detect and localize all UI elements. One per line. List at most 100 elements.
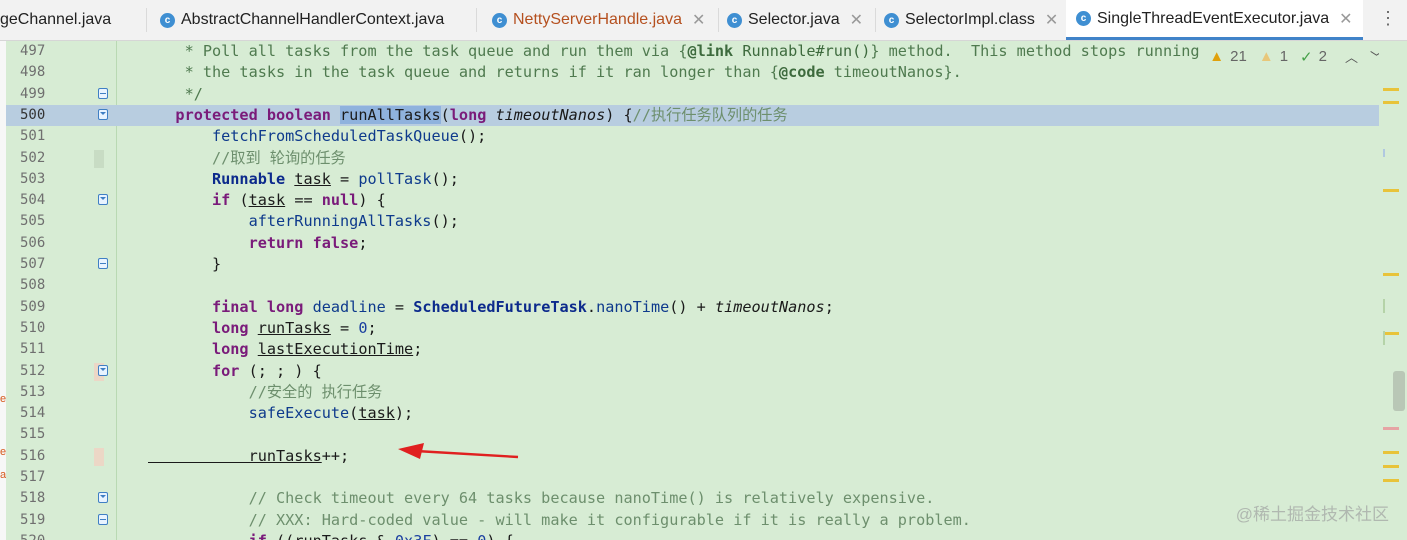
tab-selector[interactable]: c Selector.java ✕ bbox=[727, 0, 863, 40]
fold-collapse-icon[interactable] bbox=[98, 108, 108, 121]
code-line[interactable]: 514 safeExecute(task); bbox=[6, 403, 1396, 424]
code-text[interactable]: protected boolean runAllTasks(long timeo… bbox=[148, 105, 788, 126]
scrollbar-thumb[interactable] bbox=[1393, 371, 1405, 411]
code-text[interactable]: long lastExecutionTime; bbox=[148, 339, 422, 360]
code-line[interactable]: 508 bbox=[6, 275, 1396, 296]
inspection-widget[interactable]: ▲ 21 ▲ 1 ✓ 2 ︿ ﹀ bbox=[1209, 47, 1383, 66]
code-text[interactable]: } bbox=[148, 254, 221, 275]
code-line[interactable]: 516 runTasks++; bbox=[6, 446, 1396, 467]
line-number[interactable]: 509 bbox=[20, 297, 60, 318]
code-line[interactable]: 504 if (task == null) { bbox=[6, 190, 1396, 211]
code-text[interactable]: */ bbox=[148, 84, 203, 105]
line-number[interactable]: 512 bbox=[20, 361, 60, 382]
tab-netty-server-handle[interactable]: c NettyServerHandle.java ✕ bbox=[492, 0, 705, 40]
code-line[interactable]: 505 afterRunningAllTasks(); bbox=[6, 211, 1396, 232]
line-number[interactable]: 507 bbox=[20, 254, 60, 275]
code-line[interactable]: 512 for (; ; ) { bbox=[6, 361, 1396, 382]
error-marker[interactable] bbox=[1383, 427, 1399, 430]
code-line[interactable]: 501 fetchFromScheduledTaskQueue(); bbox=[6, 126, 1396, 147]
line-number[interactable]: 502 bbox=[20, 148, 60, 169]
line-number[interactable]: 508 bbox=[20, 275, 60, 296]
code-text[interactable]: long runTasks = 0; bbox=[148, 318, 377, 339]
code-line[interactable]: 515 bbox=[6, 424, 1396, 445]
line-number[interactable]: 503 bbox=[20, 169, 60, 190]
code-text[interactable]: safeExecute(task); bbox=[148, 403, 414, 424]
change-marker[interactable] bbox=[1383, 331, 1385, 345]
code-text[interactable]: if (task == null) { bbox=[148, 190, 386, 211]
line-number[interactable]: 518 bbox=[20, 488, 60, 509]
line-number[interactable]: 520 bbox=[20, 531, 60, 540]
tab-single-thread-event-executor[interactable]: c SingleThreadEventExecutor.java ✕ bbox=[1066, 0, 1363, 40]
line-number[interactable]: 504 bbox=[20, 190, 60, 211]
line-number[interactable]: 498 bbox=[20, 62, 60, 83]
close-icon[interactable]: ✕ bbox=[850, 10, 863, 30]
fold-collapse-icon[interactable] bbox=[98, 194, 108, 206]
code-line[interactable]: 511 long lastExecutionTime; bbox=[6, 339, 1396, 360]
code-text[interactable]: final long deadline = ScheduledFutureTas… bbox=[148, 297, 834, 318]
line-number[interactable]: 517 bbox=[20, 467, 60, 488]
warning-marker[interactable] bbox=[1383, 88, 1399, 91]
code-text[interactable]: afterRunningAllTasks(); bbox=[148, 211, 459, 232]
code-text[interactable]: * the tasks in the task queue and return… bbox=[148, 62, 962, 83]
fold-end-icon[interactable] bbox=[98, 513, 108, 526]
code-line[interactable]: 500 protected boolean runAllTasks(long t… bbox=[6, 104, 1396, 127]
change-marker[interactable] bbox=[1383, 299, 1385, 313]
code-text[interactable]: //安全的 执行任务 bbox=[148, 382, 383, 403]
line-number[interactable]: 499 bbox=[20, 84, 60, 105]
code-text[interactable]: runTasks++; bbox=[148, 446, 350, 467]
code-line[interactable]: 509 final long deadline = ScheduledFutur… bbox=[6, 297, 1396, 318]
code-text[interactable]: for (; ; ) { bbox=[148, 361, 322, 382]
code-line[interactable]: 518 // Check timeout every 64 tasks beca… bbox=[6, 488, 1396, 509]
line-number[interactable]: 497 bbox=[20, 41, 60, 62]
line-number[interactable]: 510 bbox=[20, 318, 60, 339]
code-line[interactable]: 503 Runnable task = pollTask(); bbox=[6, 169, 1396, 190]
warning-marker[interactable] bbox=[1383, 332, 1399, 335]
warning-marker[interactable] bbox=[1383, 189, 1399, 192]
warning-marker[interactable] bbox=[1383, 273, 1399, 276]
vcs-change-marker[interactable] bbox=[94, 447, 104, 466]
code-editor[interactable]: 497 * Poll all tasks from the task queue… bbox=[6, 41, 1407, 540]
warning-marker[interactable] bbox=[1383, 101, 1399, 104]
fold-collapse-icon[interactable] bbox=[98, 492, 108, 504]
code-text[interactable]: // XXX: Hard-coded value - will make it … bbox=[148, 510, 971, 531]
code-text[interactable]: return false; bbox=[148, 233, 368, 254]
line-number[interactable]: 514 bbox=[20, 403, 60, 424]
tab-abstract-channel-handler-context[interactable]: c AbstractChannelHandlerContext.java bbox=[160, 0, 444, 40]
close-icon[interactable]: ✕ bbox=[692, 10, 705, 30]
line-number[interactable]: 511 bbox=[20, 339, 60, 360]
code-line[interactable]: 497 * Poll all tasks from the task queue… bbox=[6, 41, 1396, 62]
code-text[interactable]: if ((runTasks & 0x3F) == 0) { bbox=[148, 531, 514, 540]
line-number[interactable]: 516 bbox=[20, 446, 60, 467]
line-number[interactable]: 513 bbox=[20, 382, 60, 403]
tab-geChannel[interactable]: geChannel.java bbox=[0, 0, 111, 40]
code-line[interactable]: 517 bbox=[6, 467, 1396, 488]
line-number[interactable]: 519 bbox=[20, 510, 60, 531]
close-icon[interactable]: ✕ bbox=[1339, 9, 1352, 29]
code-text[interactable]: Runnable task = pollTask(); bbox=[148, 169, 459, 190]
code-text[interactable]: // Check timeout every 64 tasks because … bbox=[148, 488, 935, 509]
previous-highlight-icon[interactable]: ︿ bbox=[1345, 47, 1358, 66]
more-tabs-icon[interactable]: ⋮ bbox=[1379, 8, 1397, 29]
line-number[interactable]: 501 bbox=[20, 126, 60, 147]
warning-marker[interactable] bbox=[1383, 451, 1399, 454]
code-line[interactable]: 513 //安全的 执行任务 bbox=[6, 382, 1396, 403]
code-line[interactable]: 506 return false; bbox=[6, 233, 1396, 254]
warning-marker[interactable] bbox=[1383, 465, 1399, 468]
vcs-change-marker[interactable] bbox=[94, 149, 104, 168]
line-number[interactable]: 500 bbox=[20, 105, 60, 126]
code-line[interactable]: 499 */ bbox=[6, 84, 1396, 105]
fold-end-icon[interactable] bbox=[98, 258, 108, 270]
code-line[interactable]: 510 long runTasks = 0; bbox=[6, 318, 1396, 339]
close-icon[interactable]: ✕ bbox=[1045, 10, 1058, 30]
tab-selector-impl[interactable]: c SelectorImpl.class ✕ bbox=[884, 0, 1058, 40]
code-text[interactable]: * Poll all tasks from the task queue and… bbox=[148, 41, 1200, 62]
line-number[interactable]: 515 bbox=[20, 424, 60, 445]
code-line[interactable]: 498 * the tasks in the task queue and re… bbox=[6, 62, 1396, 83]
change-marker[interactable] bbox=[1383, 149, 1385, 157]
code-line[interactable]: 502 //取到 轮询的任务 bbox=[6, 148, 1396, 169]
code-text[interactable]: fetchFromScheduledTaskQueue(); bbox=[148, 126, 486, 147]
warning-marker[interactable] bbox=[1383, 479, 1399, 482]
code-line[interactable]: 520 if ((runTasks & 0x3F) == 0) { bbox=[6, 531, 1396, 540]
editor-scrollbar[interactable] bbox=[1379, 41, 1407, 540]
code-line[interactable]: 519 // XXX: Hard-coded value - will make… bbox=[6, 510, 1396, 531]
